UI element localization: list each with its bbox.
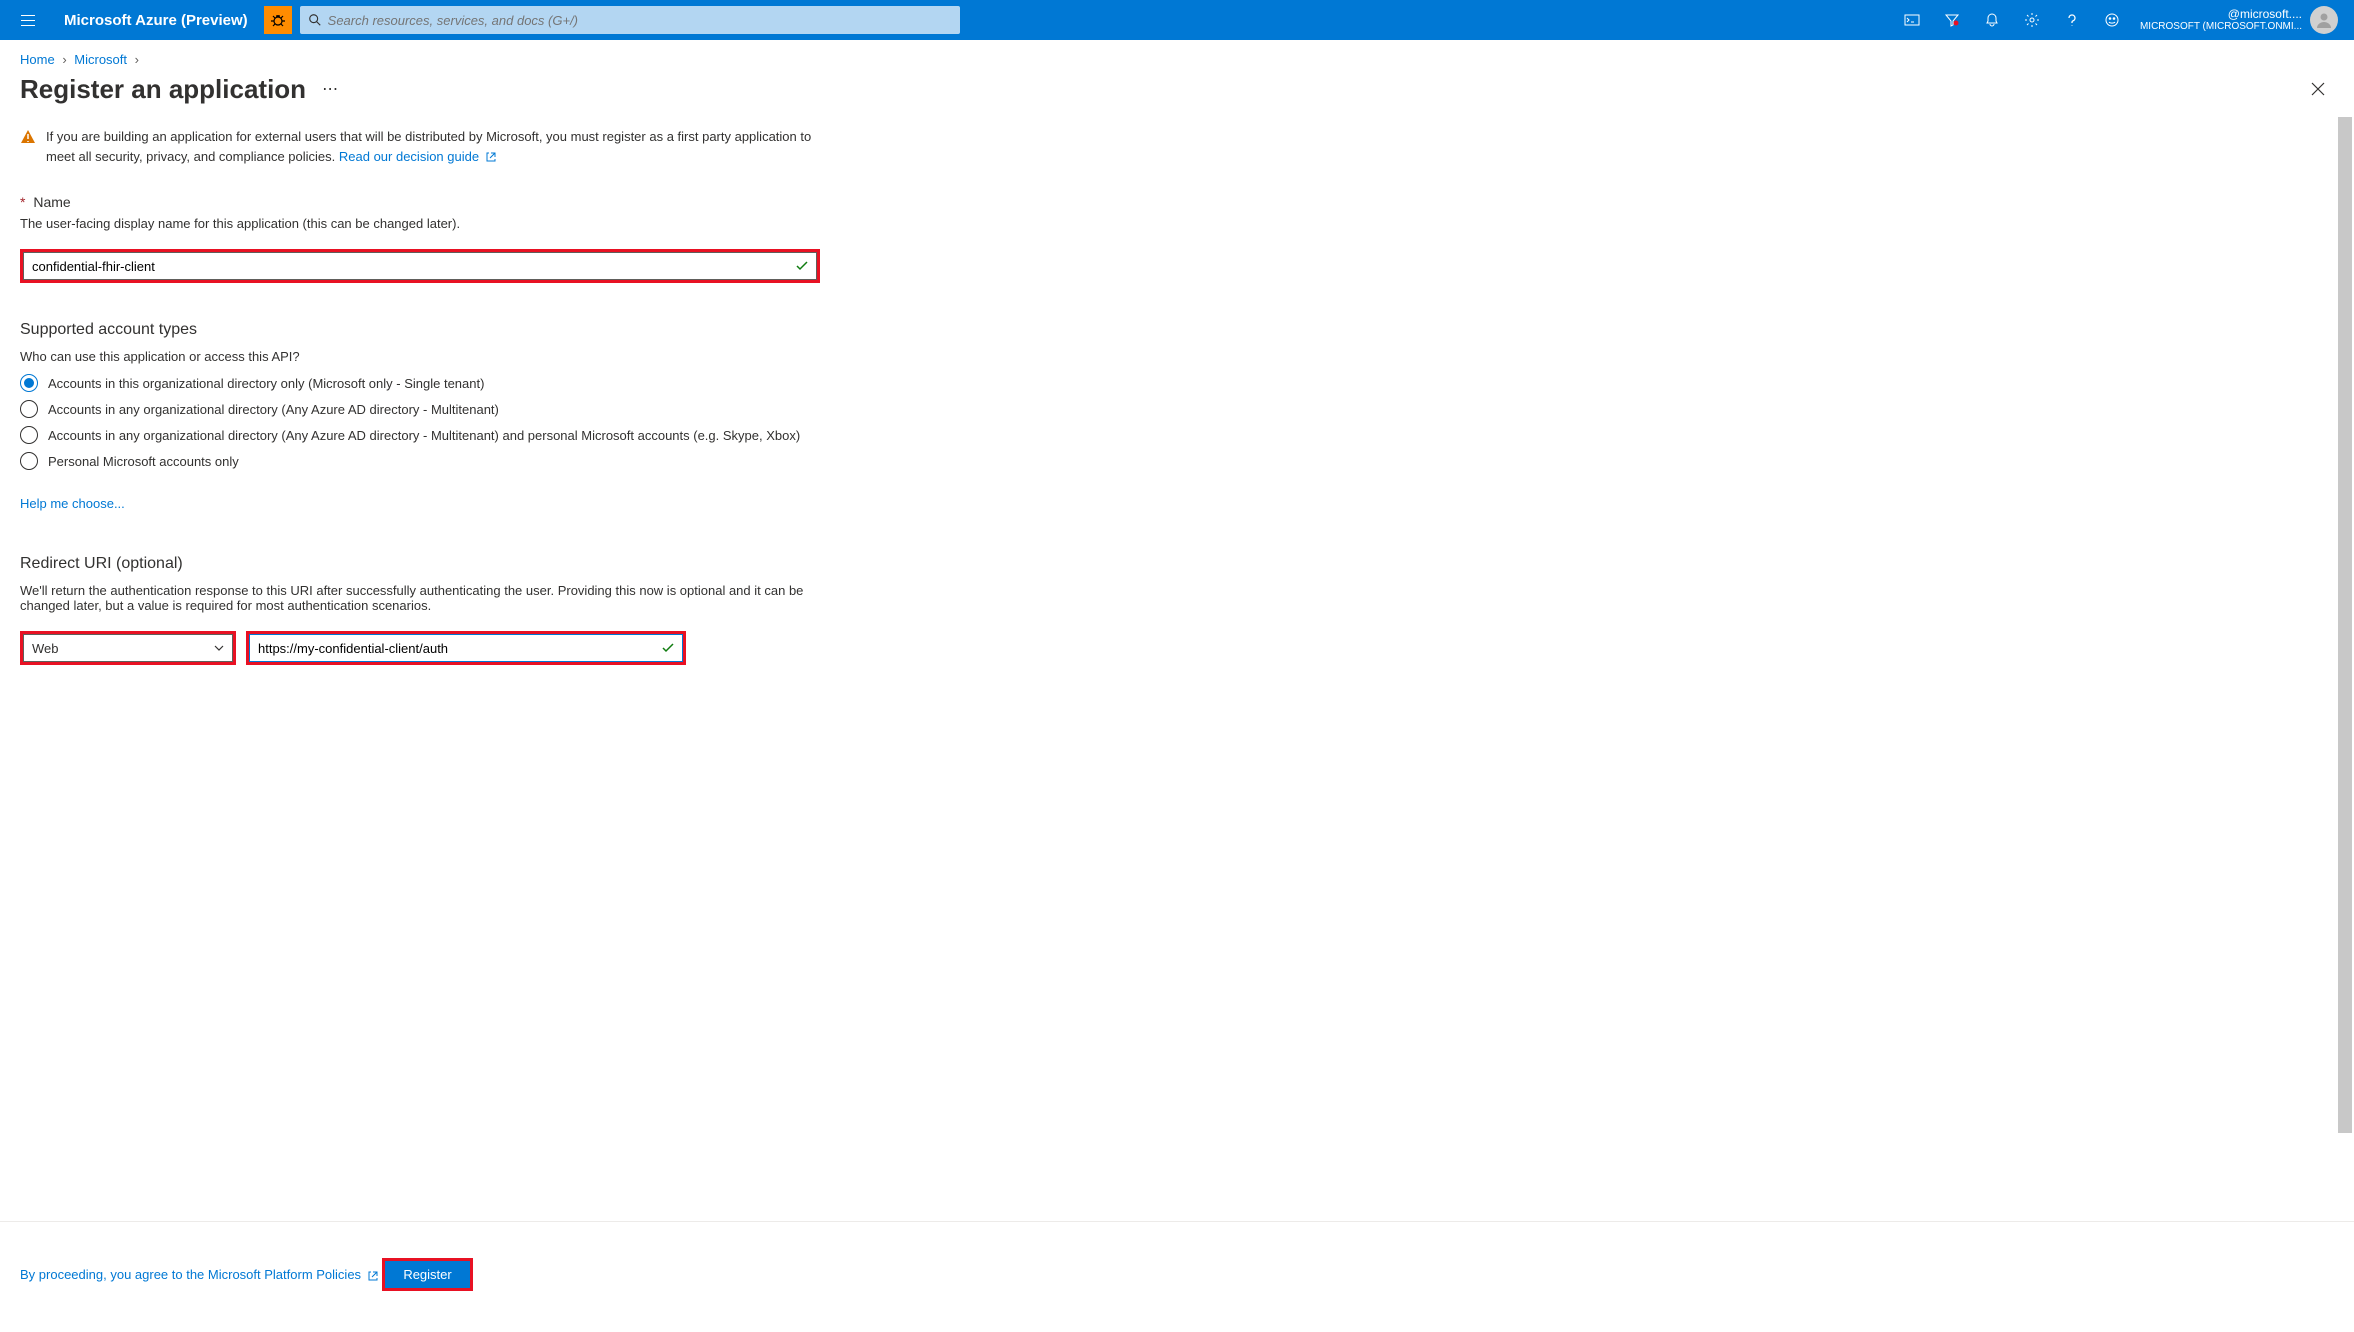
redirect-row: Web — [20, 631, 820, 665]
gear-icon — [2024, 12, 2040, 28]
redirect-desc: We'll return the authentication response… — [20, 583, 820, 613]
scrollbar-thumb[interactable] — [2338, 117, 2352, 1133]
decision-guide-link[interactable]: Read our decision guide — [339, 149, 497, 164]
breadcrumb-sep: › — [62, 52, 66, 67]
warning-icon — [20, 129, 36, 145]
radio-label: Personal Microsoft accounts only — [48, 454, 239, 469]
help-me-choose-link[interactable]: Help me choose... — [20, 496, 125, 511]
footer: By proceeding, you agree to the Microsof… — [0, 1221, 2354, 1307]
account-types-heading: Supported account types — [20, 321, 820, 339]
platform-policies-link[interactable]: By proceeding, you agree to the Microsof… — [20, 1267, 382, 1282]
redirect-heading: Redirect URI (optional) — [20, 555, 820, 573]
help-button[interactable] — [2052, 0, 2092, 40]
register-button[interactable]: Register — [385, 1261, 469, 1288]
radio-personal-only[interactable]: Personal Microsoft accounts only — [20, 452, 820, 470]
search-bar[interactable] — [300, 6, 960, 34]
page-title-row: Register an application ⋯ — [0, 73, 2354, 117]
external-link-icon — [367, 1270, 379, 1282]
external-link-icon — [485, 151, 497, 163]
bug-icon — [270, 12, 286, 28]
smiley-icon — [2104, 12, 2120, 28]
close-button[interactable] — [2302, 73, 2334, 105]
warning-text: If you are building an application for e… — [46, 127, 820, 166]
person-icon — [2314, 10, 2334, 30]
page-title: Register an application — [20, 74, 306, 105]
header-icons: @microsoft.... MICROSOFT (MICROSOFT.ONMI… — [1892, 0, 2346, 40]
account-text: @microsoft.... MICROSOFT (MICROSOFT.ONMI… — [2140, 7, 2302, 33]
checkmark-icon — [661, 641, 675, 655]
radio-multitenant-personal[interactable]: Accounts in any organizational directory… — [20, 426, 820, 444]
help-icon — [2064, 12, 2080, 28]
radio-indicator — [20, 374, 38, 392]
radio-indicator — [20, 452, 38, 470]
radio-label: Accounts in this organizational director… — [48, 376, 484, 391]
search-input[interactable] — [328, 13, 952, 28]
settings-button[interactable] — [2012, 0, 2052, 40]
account-types-desc: Who can use this application or access t… — [20, 349, 820, 364]
platform-select-highlight: Web — [20, 631, 236, 665]
account-email: @microsoft.... — [2140, 7, 2302, 21]
hamburger-menu-button[interactable] — [8, 0, 48, 40]
radio-single-tenant[interactable]: Accounts in this organizational director… — [20, 374, 820, 392]
close-icon — [2310, 81, 2326, 97]
checkmark-icon — [795, 259, 809, 273]
redirect-uri-highlight — [246, 631, 686, 665]
radio-label: Accounts in any organizational directory… — [48, 428, 800, 443]
platform-value: Web — [32, 641, 59, 656]
account-block[interactable]: @microsoft.... MICROSOFT (MICROSOFT.ONMI… — [2132, 6, 2346, 34]
app-name-input[interactable] — [23, 252, 817, 280]
breadcrumb-sep: › — [135, 52, 139, 67]
scrollbar-track[interactable] — [2338, 117, 2352, 1221]
bell-icon — [1984, 12, 2000, 28]
radio-indicator — [20, 426, 38, 444]
radio-multitenant[interactable]: Accounts in any organizational directory… — [20, 400, 820, 418]
account-tenant: MICROSOFT (MICROSOFT.ONMI... — [2140, 21, 2302, 33]
report-bug-button[interactable] — [264, 6, 292, 34]
radio-indicator — [20, 400, 38, 418]
redirect-uri-input[interactable] — [249, 634, 683, 662]
content-scroll-area: If you are building an application for e… — [0, 117, 2354, 1221]
account-types-radio-group: Accounts in this organizational director… — [20, 374, 820, 470]
cloud-shell-icon — [1904, 12, 1920, 28]
radio-label: Accounts in any organizational directory… — [48, 402, 499, 417]
platform-select[interactable]: Web — [23, 634, 233, 662]
breadcrumb: Home › Microsoft › — [0, 40, 2354, 73]
name-label: * Name — [20, 194, 820, 210]
chevron-down-icon — [213, 642, 225, 654]
search-icon — [308, 13, 322, 27]
name-input-highlight — [20, 249, 820, 283]
breadcrumb-microsoft[interactable]: Microsoft — [74, 52, 127, 67]
feedback-button[interactable] — [2092, 0, 2132, 40]
brand-title[interactable]: Microsoft Azure (Preview) — [48, 12, 264, 29]
register-button-highlight: Register — [382, 1258, 472, 1291]
directory-filter-button[interactable] — [1932, 0, 1972, 40]
content: If you are building an application for e… — [0, 117, 840, 685]
hamburger-icon — [20, 12, 36, 28]
warning-banner: If you are building an application for e… — [20, 127, 820, 166]
cloud-shell-button[interactable] — [1892, 0, 1932, 40]
breadcrumb-home[interactable]: Home — [20, 52, 55, 67]
top-header: Microsoft Azure (Preview) @microsoft.... — [0, 0, 2354, 40]
filter-icon — [1944, 12, 1960, 28]
name-desc: The user-facing display name for this ap… — [20, 216, 820, 231]
more-actions-button[interactable]: ⋯ — [322, 79, 340, 99]
notifications-button[interactable] — [1972, 0, 2012, 40]
required-indicator: * — [20, 194, 25, 210]
avatar — [2310, 6, 2338, 34]
